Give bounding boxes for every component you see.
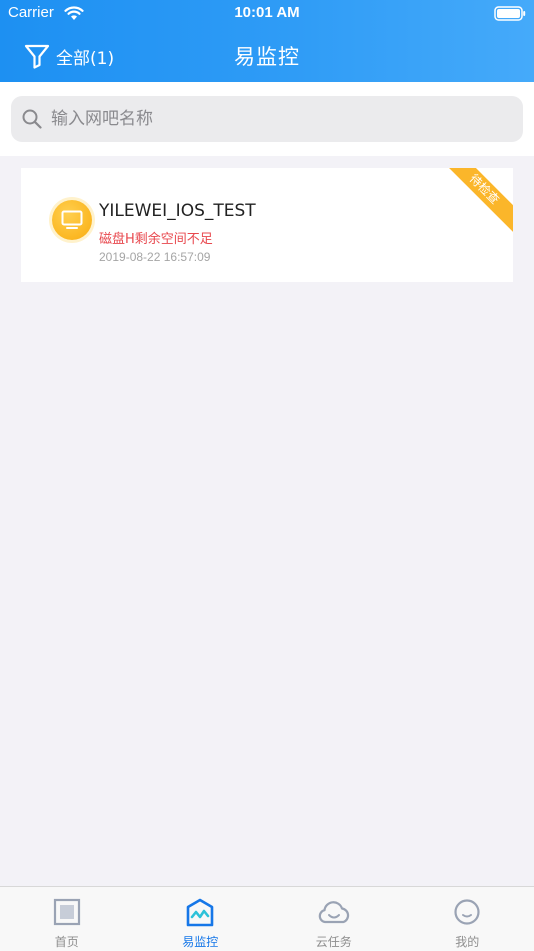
status-bar: Carrier 10:01 AM bbox=[0, 0, 534, 28]
page-title: 易监控 bbox=[0, 41, 534, 71]
battery-icon bbox=[494, 6, 526, 21]
device-name: YILEWEI_IOS_TEST bbox=[99, 201, 256, 221]
tab-home-label: 首页 bbox=[0, 933, 134, 950]
alert-timestamp: 2019-08-22 16:57:09 bbox=[99, 250, 210, 264]
alert-message: 磁盘H剩余空间不足 bbox=[99, 228, 213, 247]
cloud-icon bbox=[316, 898, 352, 928]
tab-bar: 首页 易监控 云任务 我的 bbox=[0, 886, 534, 951]
tab-profile[interactable]: 我的 bbox=[401, 887, 534, 951]
tab-cloud-tasks[interactable]: 云任务 bbox=[267, 887, 401, 951]
monitor-chart-icon bbox=[185, 898, 215, 928]
tab-monitor-label: 易监控 bbox=[134, 933, 268, 950]
search-icon bbox=[21, 108, 43, 130]
status-badge: 待检查 bbox=[436, 168, 513, 238]
tab-home[interactable]: 首页 bbox=[0, 887, 134, 951]
tab-cloud-label: 云任务 bbox=[267, 933, 401, 950]
profile-icon bbox=[452, 898, 482, 928]
status-time: 10:01 AM bbox=[0, 4, 534, 21]
search-box[interactable] bbox=[11, 96, 523, 142]
search-bar bbox=[0, 82, 534, 156]
navigation-header: Carrier 10:01 AM 全部(1) 易监控 bbox=[0, 0, 534, 82]
tab-monitor[interactable]: 易监控 bbox=[134, 887, 268, 951]
search-input[interactable] bbox=[49, 108, 493, 130]
tab-profile-label: 我的 bbox=[401, 933, 534, 950]
monitor-icon bbox=[61, 210, 83, 230]
device-card[interactable]: YILEWEI_IOS_TEST 磁盘H剩余空间不足 2019-08-22 16… bbox=[21, 168, 513, 282]
device-avatar bbox=[52, 200, 92, 240]
home-icon bbox=[52, 898, 82, 928]
